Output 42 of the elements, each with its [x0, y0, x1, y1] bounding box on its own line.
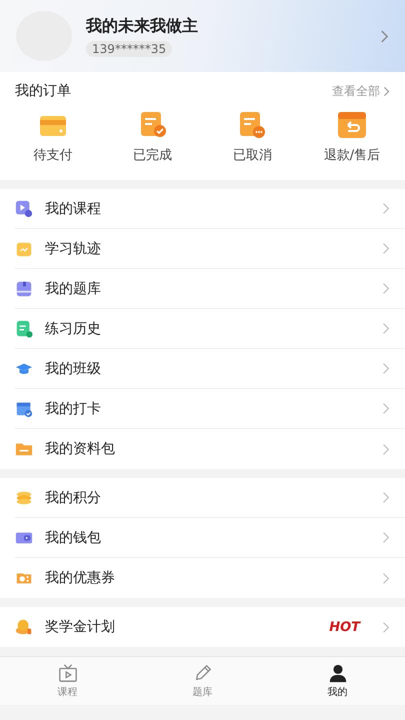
- chevron-right-icon: [382, 362, 390, 375]
- menu-item[interactable]: 我的资料包: [15, 429, 405, 469]
- chevron-right-icon: [382, 442, 390, 456]
- menu-item[interactable]: 练习历史: [15, 309, 405, 349]
- order-status-button[interactable]: 已取消: [214, 110, 290, 164]
- chevron-right-icon: [382, 491, 390, 504]
- chevron-right-icon: [382, 402, 390, 415]
- document-icon: [15, 320, 33, 338]
- section-title: 我的订单: [15, 82, 71, 100]
- order-status-button[interactable]: 退款/售后: [314, 110, 390, 164]
- order-status-button[interactable]: 待支付: [15, 110, 91, 164]
- hot-label: HOT: [329, 620, 360, 634]
- document-more-icon: [237, 110, 268, 140]
- phone-number: 139******35: [86, 40, 172, 56]
- chevron-right-icon: [383, 86, 390, 96]
- chevron-right-icon: [382, 282, 390, 295]
- order-status-button[interactable]: 已完成: [114, 110, 191, 164]
- tab[interactable]: 我的: [270, 657, 405, 705]
- return-box-icon: [336, 110, 367, 140]
- person-icon: [328, 663, 348, 683]
- chevron-right-icon: [382, 572, 390, 584]
- chevron-right-icon: [382, 242, 390, 255]
- chevron-right-icon: [382, 620, 390, 634]
- menu-item[interactable]: 我的班级: [15, 349, 405, 389]
- menu-item[interactable]: 我的打卡: [15, 389, 405, 429]
- chevron-right-icon: [382, 202, 390, 215]
- tv-icon: [58, 663, 78, 683]
- chevron-right-icon: [382, 531, 390, 544]
- menu-item[interactable]: 我的课程: [15, 189, 405, 229]
- menu-item[interactable]: 我的题库: [15, 269, 405, 309]
- menu-item[interactable]: 我的钱包: [15, 518, 405, 558]
- calendar-check-icon: [15, 400, 33, 418]
- chevron-right-icon: [380, 28, 389, 44]
- menu-item[interactable]: 我的优惠券: [15, 558, 405, 598]
- chevron-right-icon: [382, 322, 390, 335]
- menu-item[interactable]: 我的积分: [15, 478, 405, 518]
- user-name: 我的未来我做主: [86, 16, 198, 36]
- menu-item[interactable]: 学习轨迹: [15, 229, 405, 269]
- chart-icon: [15, 240, 33, 258]
- profile-header[interactable]: 我的未来我做主 139******35: [0, 0, 405, 72]
- coins-icon: [15, 488, 33, 506]
- video-icon: [15, 200, 33, 218]
